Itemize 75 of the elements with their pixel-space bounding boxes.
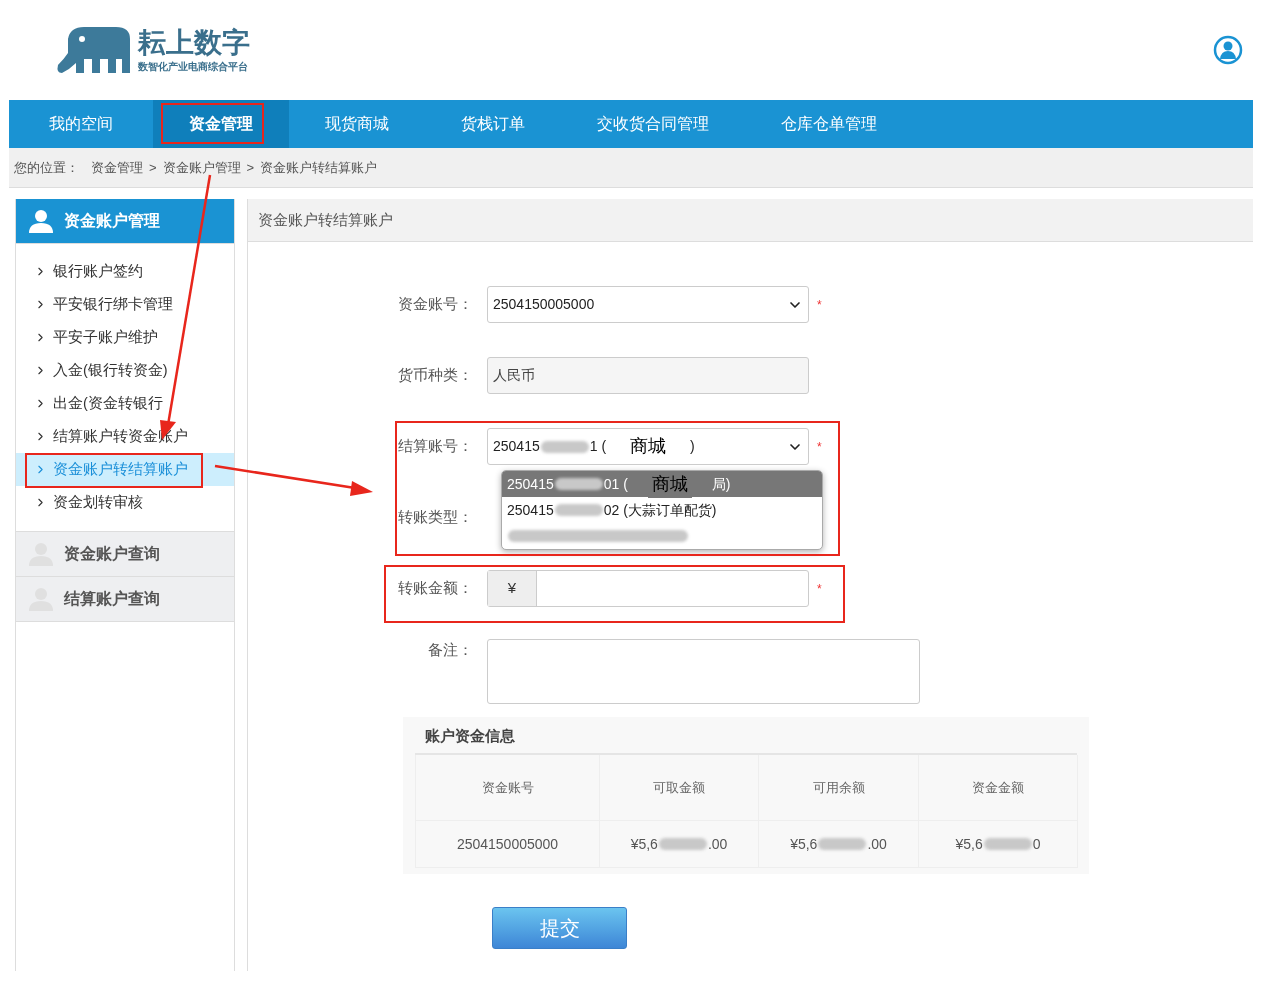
sidebar-item[interactable]: 资金划转审核 (16, 486, 234, 519)
user-icon[interactable] (1213, 35, 1243, 65)
breadcrumb-link[interactable]: 资金账户管理 (162, 157, 241, 178)
sidebar-section-header[interactable]: 资金账户查询 (16, 532, 234, 577)
value-text: 2504150005000 (456, 834, 559, 854)
sidebar-item-label: 平安银行绑卡管理 (53, 294, 173, 314)
value-text: ¥5,6 (955, 834, 983, 854)
sidebar-item-label: 银行账户签约 (53, 261, 143, 281)
sidebar-section-title: 资金账户管理 (64, 211, 160, 231)
value-text: 0 (1032, 834, 1041, 854)
redacted-mark (818, 838, 867, 850)
sidebar-item[interactable]: 平安子账户维护 (16, 321, 234, 354)
sidebar-item[interactable]: 平安银行绑卡管理 (16, 288, 234, 321)
redacted-mark (983, 838, 1032, 850)
dropdown-option[interactable]: 250415 01 ( 商城 局) (502, 471, 822, 497)
sidebar-item-label: 平安子账户维护 (53, 327, 158, 347)
sidebar-section-title: 资金账户查询 (64, 544, 160, 564)
value-text: 250415 (507, 500, 554, 520)
breadcrumb-separator: > (149, 158, 157, 177)
table-header-cell: 资金账号 (416, 755, 600, 821)
redacted-mark (540, 440, 589, 453)
currency-prefix: ¥ (488, 571, 537, 606)
redacted-mark (554, 478, 603, 490)
sidebar-item[interactable]: 出金(资金转银行 (16, 387, 234, 420)
sidebar-item[interactable]: 入金(银行转资金) (16, 354, 234, 387)
table-header-cell: 可用余额 (759, 755, 919, 821)
value-text: 250415 (507, 474, 554, 494)
value-text: ¥5,6 (630, 834, 658, 854)
sidebar-item-label: 入金(银行转资金) (53, 360, 168, 380)
nav-tab[interactable]: 资金管理 (153, 100, 289, 148)
value-text: 1 ( (589, 437, 607, 456)
value-text: 局) (711, 474, 731, 494)
required-mark: * (817, 438, 822, 456)
amount-field[interactable]: ¥ (487, 570, 809, 607)
panel-title: 资金账户转结算账户 (258, 209, 393, 230)
sidebar-item-label: 出金(资金转银行 (53, 393, 163, 413)
sidebar-item-label: 资金划转审核 (53, 492, 143, 512)
sidebar-section-header[interactable]: 结算账户查询 (16, 577, 234, 622)
value-text: 2504150005000 (493, 295, 595, 314)
value-text: .00 (867, 834, 887, 854)
select-field[interactable]: 2504150005000 (487, 286, 809, 323)
breadcrumb-link[interactable]: 资金管理 (91, 157, 143, 178)
sidebar-item[interactable]: 银行账户签约 (16, 255, 234, 288)
redacted-mark (554, 504, 603, 516)
value-text: 人民币 (493, 366, 535, 385)
required-mark: * (817, 296, 822, 314)
field-label: 结算账号： (397, 436, 474, 457)
field-label: 资金账号： (397, 294, 474, 315)
sidebar-item-label: 资金账户转结算账户 (53, 459, 188, 479)
logo-subtitle: 数智化产业电商综合平台 (138, 59, 249, 74)
sidebar-section-title: 结算账户查询 (64, 589, 160, 609)
dropdown-option[interactable]: 250415 02 (大蒜订单配货) (502, 497, 822, 523)
person-icon (28, 209, 54, 233)
field-label: 备注： (427, 640, 474, 660)
field-label: 转账金额： (397, 578, 474, 599)
value-text: 01 ( (603, 474, 628, 494)
breadcrumb-label: 您的位置： (14, 158, 79, 177)
redacted-mark (658, 838, 707, 850)
value-text: .00 (707, 834, 728, 854)
field-label: 转账类型： (397, 507, 474, 528)
value-text: ¥5,6 (790, 834, 818, 854)
breadcrumb-link[interactable]: 资金账户转结算账户 (260, 157, 378, 178)
table-header-cell: 可取金额 (600, 755, 759, 821)
logo-title: 耘上数字 (138, 26, 250, 59)
overlay-label: 商城 (647, 471, 692, 498)
select-field[interactable]: 250415 1 ( 商城 ) (487, 428, 809, 465)
value-text: 02 (大蒜订单配货) (603, 500, 717, 520)
info-title: 账户资金信息 (424, 725, 515, 746)
remark-field[interactable] (487, 639, 920, 704)
field-label: 货币种类： (397, 365, 474, 386)
table-header-cell: 资金金额 (919, 755, 1078, 821)
required-mark: * (817, 580, 822, 598)
value-text: ) (690, 437, 695, 456)
breadcrumb-separator: > (246, 158, 255, 177)
value-text: 250415 (493, 437, 540, 456)
